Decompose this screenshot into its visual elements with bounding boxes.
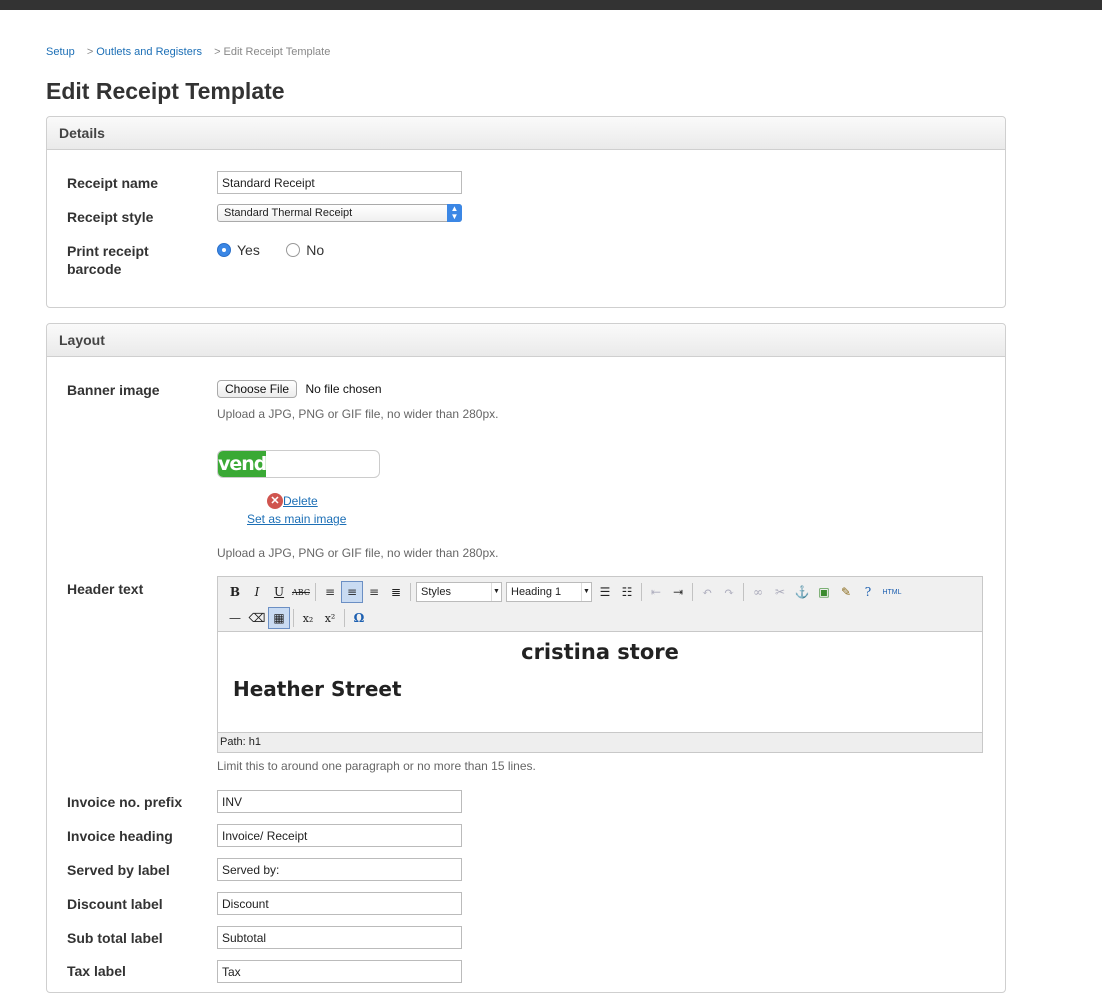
bullet-list-icon[interactable]: ☰: [594, 581, 616, 603]
set-main-image-link[interactable]: Set as main image: [247, 512, 346, 526]
print-barcode-label: Print receipt barcode: [67, 242, 149, 278]
discount-label: Discount label: [67, 896, 163, 912]
upload-hint: Upload a JPG, PNG or GIF file, no wider …: [217, 407, 499, 421]
invoice-prefix-label: Invoice no. prefix: [67, 794, 183, 810]
choose-file-button[interactable]: Choose File: [217, 380, 298, 398]
table-icon[interactable]: ▦: [268, 607, 290, 629]
tax-label: Tax label: [67, 963, 126, 979]
subscript-icon[interactable]: x₂: [297, 607, 319, 629]
tax-input[interactable]: [217, 960, 462, 983]
bold-icon[interactable]: B: [224, 581, 246, 603]
editor-content-area[interactable]: cristina store Heather Street: [218, 632, 982, 732]
breadcrumb-separator: >: [214, 46, 221, 58]
breadcrumb-setup[interactable]: Setup: [46, 46, 75, 58]
underline-icon[interactable]: U: [268, 581, 290, 603]
align-justify-icon[interactable]: ≣: [385, 581, 407, 603]
format-dropdown-value: Heading 1: [511, 586, 562, 598]
italic-icon[interactable]: I: [246, 581, 268, 603]
subtotal-label: Sub total label: [67, 930, 163, 946]
special-character-icon[interactable]: Ω: [348, 607, 370, 629]
print-barcode-label-line2: barcode: [67, 261, 122, 277]
align-left-icon[interactable]: ≡: [319, 581, 341, 603]
invoice-heading-label: Invoice heading: [67, 828, 173, 844]
served-by-input[interactable]: [217, 858, 462, 881]
page-title: Edit Receipt Template: [46, 78, 285, 104]
details-panel-header: Details: [47, 117, 1005, 150]
print-barcode-label-line1: Print receipt: [67, 243, 149, 259]
header-text-hint: Limit this to around one paragraph or no…: [217, 759, 536, 773]
undo-icon[interactable]: ↶: [696, 581, 718, 603]
receipt-style-label: Receipt style: [67, 209, 154, 225]
discount-input[interactable]: [217, 892, 462, 915]
align-right-icon[interactable]: ≡: [363, 581, 385, 603]
eraser-icon[interactable]: ⌫: [246, 607, 268, 629]
styles-dropdown-value: Styles: [421, 586, 451, 598]
served-by-label: Served by label: [67, 862, 170, 878]
strikethrough-icon[interactable]: ABC: [290, 581, 312, 603]
barcode-no-label: No: [306, 241, 325, 258]
receipt-name-input[interactable]: [217, 171, 462, 194]
breadcrumb-current: Edit Receipt Template: [223, 46, 331, 58]
layout-panel-header: Layout: [47, 324, 1005, 357]
header-text-label: Header text: [67, 581, 144, 597]
invoice-heading-input[interactable]: [217, 824, 462, 847]
redo-icon[interactable]: ↷: [718, 581, 740, 603]
top-bar: [0, 0, 1102, 10]
banner-image-preview: vend: [217, 450, 380, 478]
details-panel: Details Receipt name Receipt style Stand…: [46, 116, 1006, 308]
chevron-down-icon: ▼: [491, 583, 501, 601]
indent-icon[interactable]: ⇥: [667, 581, 689, 603]
invoice-prefix-input[interactable]: [217, 790, 462, 813]
select-arrows-icon: ▲ ▼: [447, 204, 462, 222]
numbered-list-icon[interactable]: ☷: [616, 581, 638, 603]
horizontal-rule-icon[interactable]: —: [224, 607, 246, 629]
delete-image-control: ✕ Delete: [267, 492, 318, 510]
receipt-style-select[interactable]: Standard Thermal Receipt ▲ ▼: [217, 204, 462, 222]
banner-image-label: Banner image: [67, 382, 160, 398]
barcode-no-radio[interactable]: [286, 242, 301, 257]
no-file-text: No file chosen: [305, 382, 382, 396]
subtotal-input[interactable]: [217, 926, 462, 949]
vend-logo: vend: [218, 451, 267, 477]
barcode-yes-label: Yes: [237, 241, 260, 258]
outdent-icon[interactable]: ⇤: [645, 581, 667, 603]
breadcrumb-separator: >: [86, 46, 94, 58]
receipt-style-value: Standard Thermal Receipt: [224, 207, 353, 219]
help-icon[interactable]: ?: [857, 581, 879, 603]
header-text-editor: B I U ABC ≡ ≡ ≡ ≣ Styles ▼ Heading 1 ▼ ☰ ☷: [217, 576, 983, 753]
delete-image-link[interactable]: Delete: [283, 494, 318, 508]
upload-hint-secondary: Upload a JPG, PNG or GIF file, no wider …: [217, 546, 499, 560]
editor-toolbar: B I U ABC ≡ ≡ ≡ ≣ Styles ▼ Heading 1 ▼ ☰ ☷: [218, 577, 982, 632]
html-source-button[interactable]: HTML: [879, 581, 905, 603]
delete-icon[interactable]: ✕: [267, 492, 283, 509]
breadcrumb-outlets-registers[interactable]: Outlets and Registers: [96, 46, 202, 58]
image-icon[interactable]: ▣: [813, 581, 835, 603]
align-center-icon[interactable]: ≡: [341, 581, 363, 603]
link-icon[interactable]: ∞: [747, 581, 769, 603]
layout-panel: Layout Banner image Choose File No file …: [46, 323, 1006, 993]
breadcrumb: Setup > Outlets and Registers > Edit Recei…: [46, 46, 330, 58]
superscript-icon[interactable]: x²: [319, 607, 341, 629]
editor-heading-store: cristina store: [521, 640, 679, 664]
editor-heading-street: Heather Street: [233, 677, 402, 701]
anchor-icon[interactable]: ⚓: [791, 581, 813, 603]
barcode-yes-radio[interactable]: [217, 242, 231, 257]
chevron-down-icon: ▼: [581, 583, 591, 601]
unlink-icon[interactable]: ✂: [769, 581, 791, 603]
styles-dropdown[interactable]: Styles ▼: [416, 582, 502, 602]
format-dropdown[interactable]: Heading 1 ▼: [506, 582, 592, 602]
cleanup-icon[interactable]: ✎: [835, 581, 857, 603]
editor-path-bar: Path: h1: [218, 732, 982, 752]
receipt-name-label: Receipt name: [67, 175, 159, 191]
